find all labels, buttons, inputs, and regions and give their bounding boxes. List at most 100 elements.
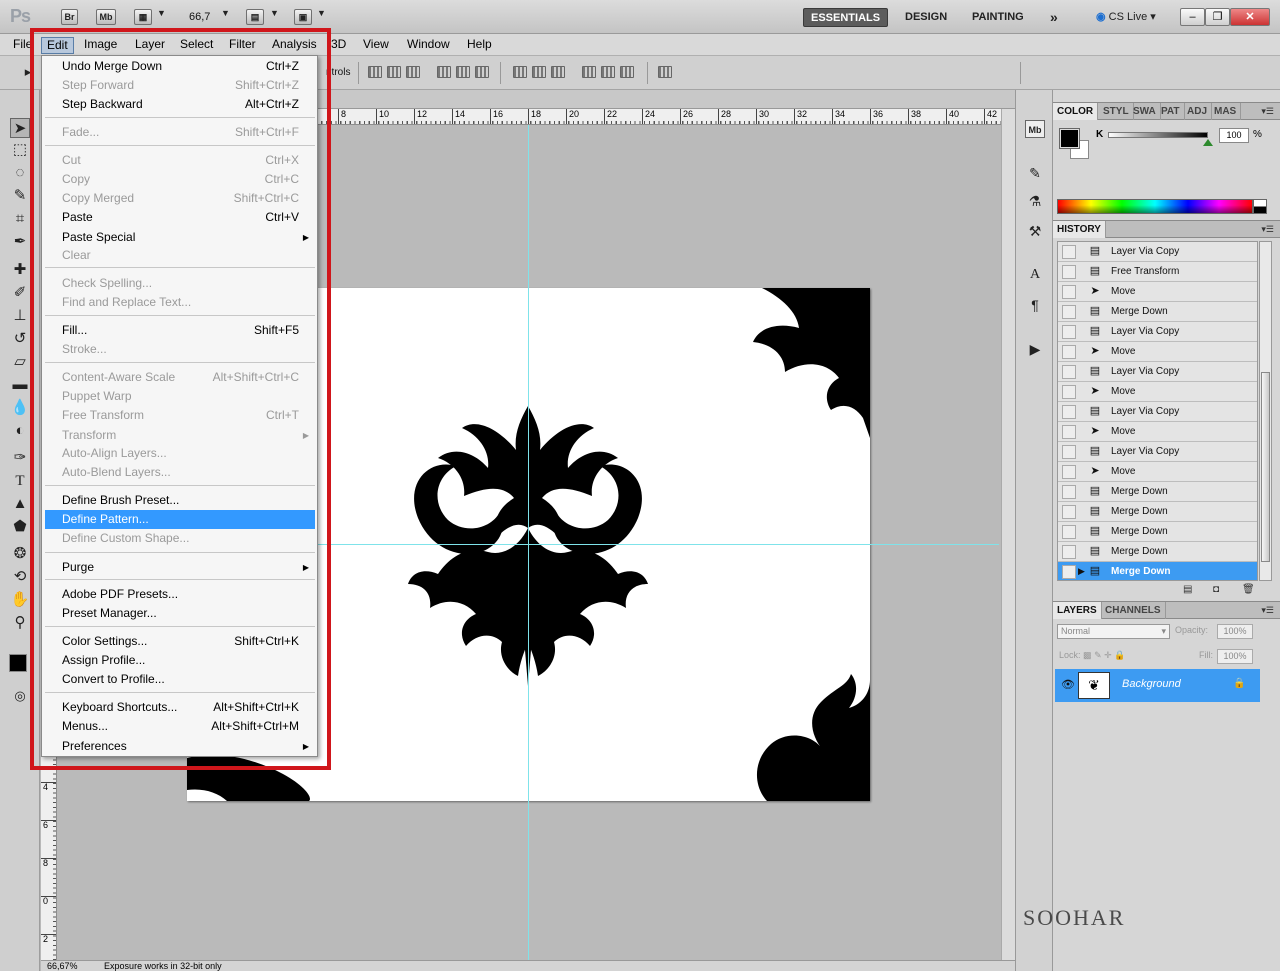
character-panel-icon[interactable]: A — [1025, 266, 1045, 284]
layer-row-background[interactable]: 👁 ❦ Background 🔒 — [1055, 669, 1260, 702]
distribute-right-icon[interactable] — [620, 66, 634, 78]
align-left-icon[interactable] — [437, 66, 451, 78]
zoom-level[interactable]: 66,7 — [189, 11, 210, 23]
canvas-vertical-scrollbar[interactable] — [1001, 109, 1015, 960]
history-state-row[interactable]: ▤ Merge Down — [1058, 522, 1257, 542]
foreground-color-swatch[interactable] — [9, 654, 27, 672]
history-state-row[interactable]: ▤ Merge Down — [1058, 302, 1257, 322]
panel-menu-icon[interactable]: ▾☰ — [1261, 605, 1274, 616]
history-brush-source-checkbox[interactable] — [1062, 325, 1076, 339]
workspace-essentials-button[interactable]: ESSENTIALS — [803, 8, 889, 27]
lock-transparency-icon[interactable]: ▩ — [1083, 650, 1092, 660]
move-tool-icon[interactable]: ➤ — [10, 118, 30, 138]
align-bottom-icon[interactable] — [406, 66, 420, 78]
distribute-top-icon[interactable] — [513, 66, 527, 78]
tab-history[interactable]: HISTORY — [1053, 221, 1106, 238]
history-brush-source-checkbox[interactable] — [1062, 545, 1076, 559]
tool-presets-icon[interactable]: ⚒ — [1025, 222, 1045, 240]
hand-tool-icon[interactable]: ✋ — [10, 590, 30, 610]
chevron-down-icon[interactable]: ▼ — [317, 8, 326, 18]
history-state-row[interactable]: ➤ Move — [1058, 282, 1257, 302]
3d-rotate-tool-icon[interactable]: ❂ — [10, 544, 30, 564]
history-brush-source-checkbox[interactable] — [1062, 485, 1076, 499]
screen-mode-icon[interactable]: ▣ — [294, 9, 312, 25]
align-hcenter-icon[interactable] — [456, 66, 470, 78]
history-scrollbar[interactable] — [1259, 241, 1272, 581]
history-state-row[interactable]: ▤ Merge Down — [1058, 482, 1257, 502]
clone-stamp-tool-icon[interactable]: ⊥ — [10, 306, 30, 326]
history-brush-source-checkbox[interactable] — [1062, 505, 1076, 519]
history-state-row[interactable]: ▤ Merge Down — [1058, 502, 1257, 522]
distribute-vcenter-icon[interactable] — [532, 66, 546, 78]
shape-tool-icon[interactable]: ⬟ — [10, 517, 30, 537]
history-brush-source-checkbox[interactable] — [1062, 285, 1076, 299]
visibility-eye-icon[interactable]: 👁 — [1061, 678, 1075, 691]
workspace-painting-button[interactable]: PAINTING — [965, 8, 1031, 27]
minimize-button[interactable]: – — [1180, 8, 1205, 26]
history-brush-source-checkbox[interactable] — [1062, 265, 1076, 279]
history-brush-source-checkbox[interactable] — [1062, 525, 1076, 539]
history-state-row[interactable]: ➤ Move — [1058, 342, 1257, 362]
chevron-down-icon[interactable]: ▼ — [157, 8, 166, 18]
quick-selection-tool-icon[interactable]: ✎ — [10, 186, 30, 206]
k-value-input[interactable]: 100 — [1219, 128, 1249, 143]
pen-tool-icon[interactable]: ✑ — [10, 448, 30, 468]
healing-brush-tool-icon[interactable]: ✚ — [10, 260, 30, 280]
cs-live-button[interactable]: ◉ CS Live ▾ — [1096, 10, 1156, 23]
history-state-row[interactable]: ➤ Move — [1058, 462, 1257, 482]
history-scrollbar-thumb[interactable] — [1261, 372, 1270, 562]
auto-align-icon[interactable] — [658, 66, 672, 78]
history-state-row[interactable]: ▤ Layer Via Copy — [1058, 322, 1257, 342]
lock-position-icon[interactable]: ✛ — [1104, 650, 1112, 660]
foreground-color-swatch[interactable] — [1059, 128, 1080, 149]
history-brush-source-checkbox[interactable] — [1062, 425, 1076, 439]
panel-menu-icon[interactable]: ▾☰ — [1261, 224, 1274, 235]
blend-mode-select[interactable]: Normal ▾ — [1057, 624, 1170, 639]
history-brush-source-checkbox[interactable] — [1062, 385, 1076, 399]
marquee-tool-icon[interactable]: ⬚ — [10, 140, 30, 160]
eraser-tool-icon[interactable]: ▱ — [10, 352, 30, 372]
menu-view[interactable]: View — [358, 37, 394, 54]
color-spectrum-bar[interactable] — [1057, 199, 1253, 214]
status-zoom[interactable]: 66,67% — [47, 961, 78, 971]
tab-swatches[interactable]: SWA — [1129, 103, 1161, 120]
quick-mask-icon[interactable]: ◎ — [10, 686, 30, 706]
actions-panel-icon[interactable]: ▶ — [1025, 340, 1045, 358]
tab-channels[interactable]: CHANNELS — [1101, 602, 1166, 619]
history-brush-source-checkbox[interactable] — [1062, 245, 1076, 259]
crop-tool-icon[interactable]: ⌗ — [10, 209, 30, 229]
distribute-left-icon[interactable] — [582, 66, 596, 78]
close-button[interactable]: ✕ — [1230, 8, 1270, 26]
menu-help[interactable]: Help — [462, 37, 497, 54]
menu-window[interactable]: Window — [402, 37, 455, 54]
lock-pixels-icon[interactable]: ✎ — [1094, 650, 1102, 660]
panel-menu-icon[interactable]: ▾☰ — [1261, 106, 1274, 117]
distribute-bottom-icon[interactable] — [551, 66, 565, 78]
restore-button[interactable]: ❐ — [1205, 8, 1230, 26]
lock-all-icon[interactable]: 🔒 — [1114, 650, 1125, 660]
blur-tool-icon[interactable]: 💧 — [10, 398, 30, 418]
launch-minibridge-button[interactable]: Mb — [96, 9, 116, 25]
history-brush-source-checkbox[interactable] — [1062, 405, 1076, 419]
workspace-design-button[interactable]: DESIGN — [898, 8, 954, 27]
history-brush-source-checkbox[interactable] — [1062, 305, 1076, 319]
3d-orbit-tool-icon[interactable]: ⟲ — [10, 567, 30, 587]
arrange-documents-icon[interactable]: ▤ — [246, 9, 264, 25]
history-state-row[interactable]: ▤ Layer Via Copy — [1058, 402, 1257, 422]
minibridge-panel-icon[interactable]: Mb — [1025, 120, 1045, 138]
opacity-input[interactable]: 100% — [1217, 624, 1253, 639]
k-slider-thumb[interactable] — [1203, 139, 1213, 146]
vertical-guide[interactable] — [528, 125, 529, 960]
black-white-ramp[interactable] — [1253, 199, 1267, 214]
gradient-tool-icon[interactable]: ▬ — [10, 375, 30, 395]
history-state-row[interactable]: ▤ Layer Via Copy — [1058, 242, 1257, 262]
chevron-down-icon[interactable]: ▼ — [221, 8, 230, 18]
tab-masks[interactable]: MAS — [1210, 103, 1242, 120]
tab-color[interactable]: COLOR — [1053, 103, 1099, 120]
history-brush-source-checkbox[interactable] — [1062, 345, 1076, 359]
trash-icon[interactable]: 🗑 — [1242, 584, 1255, 595]
new-document-from-state-icon[interactable]: ▤ — [1183, 584, 1192, 595]
brush-presets-icon[interactable]: ✎ — [1025, 164, 1045, 182]
history-brush-tool-icon[interactable]: ↺ — [10, 329, 30, 349]
brush-tool-icon[interactable]: ✐ — [10, 283, 30, 303]
